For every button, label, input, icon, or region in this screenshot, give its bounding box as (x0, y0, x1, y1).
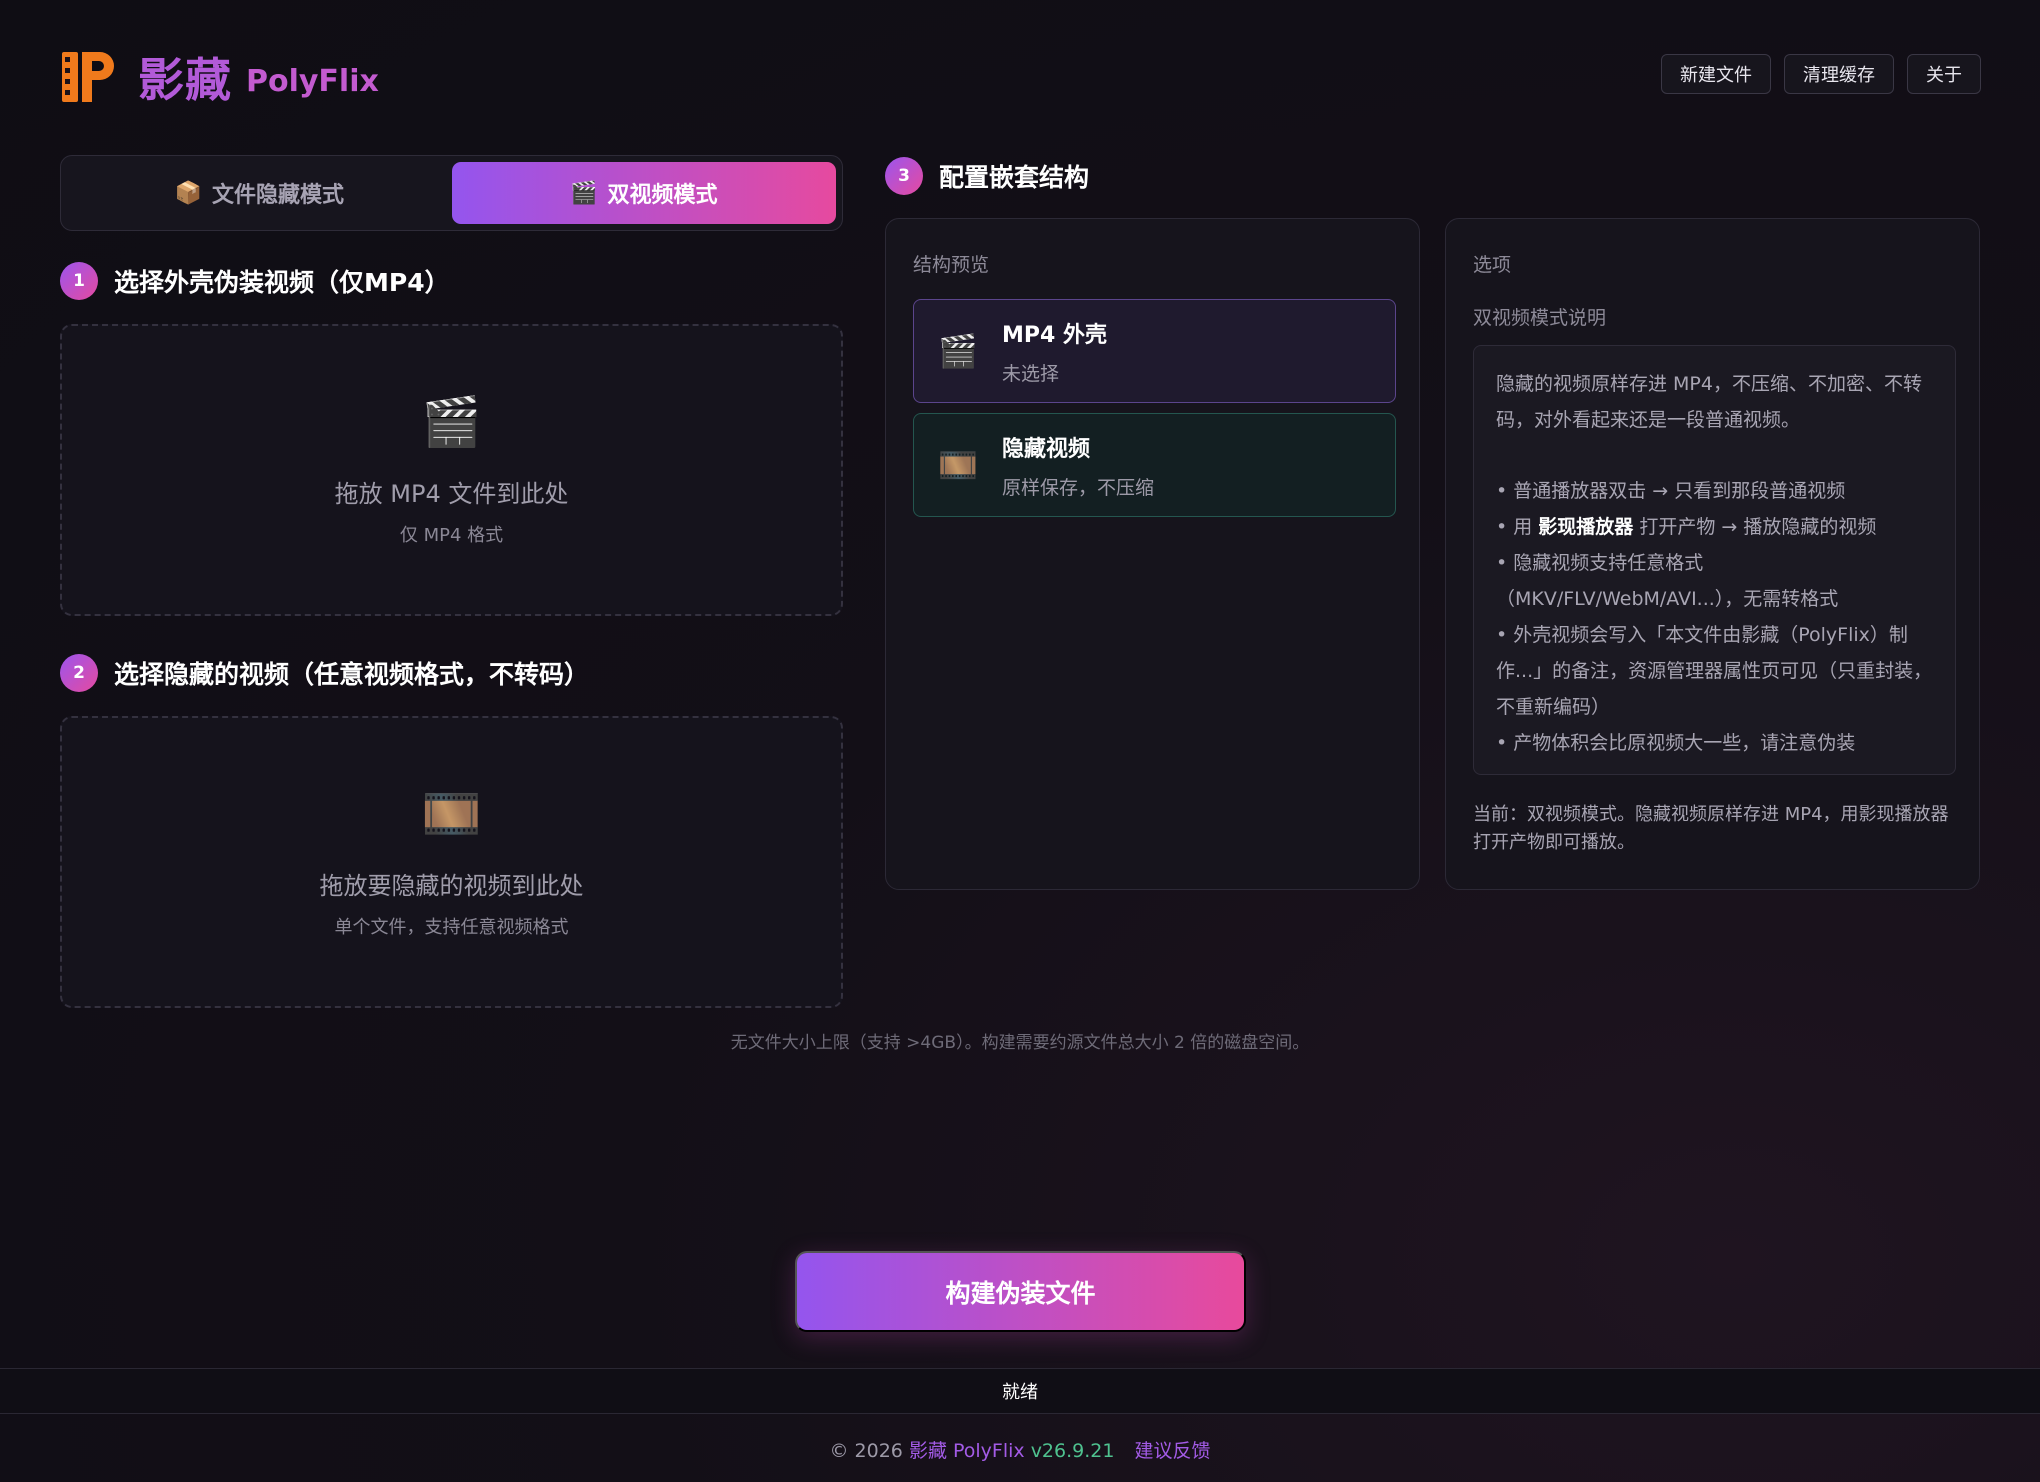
tab-label: 文件隐藏模式 (211, 183, 344, 208)
step-number: 3 (885, 157, 923, 195)
options-label: 选项 (1473, 254, 1512, 276)
mode-description: 隐藏的视频原样存进 MP4，不压缩、不加密、不转码，对外看起来还是一段普通视频。… (1473, 345, 1956, 775)
footer: © 2026 影藏 PolyFlix v26.9.21 建议反馈 (0, 1436, 2040, 1463)
step-2-header: 2 选择隐藏的视频（任意视频格式，不转码） (60, 654, 589, 692)
clapper-icon: 🎬 (938, 332, 978, 370)
step-number: 1 (60, 262, 98, 300)
desc-bullet: • 用 影现播放器 打开产物 → 播放隐藏的视频 (1496, 516, 1877, 538)
drop-title: 拖放 MP4 文件到此处 (334, 480, 569, 508)
player-name: 影现播放器 (1538, 516, 1634, 538)
drop-title: 拖放要隐藏的视频到此处 (319, 872, 584, 900)
step-title: 选择外壳伪装视频（仅MP4） (114, 268, 450, 297)
mode-switch: 📦 文件隐藏模式 🎬 双视频模式 (60, 155, 843, 231)
package-icon: 📦 (174, 180, 202, 206)
clapper-icon: 🎬 (570, 180, 598, 206)
options-panel: 选项 双视频模式说明 隐藏的视频原样存进 MP4，不压缩、不加密、不转码，对外看… (1445, 218, 1980, 890)
step-1-header: 1 选择外壳伪装视频（仅MP4） (60, 262, 450, 300)
film-frames-icon: 🎞️ (421, 786, 482, 842)
new-file-button[interactable]: 新建文件 (1661, 54, 1771, 94)
drop-subtitle: 仅 MP4 格式 (399, 525, 504, 546)
film-strip-p-logo-icon (62, 52, 114, 102)
build-button[interactable]: 构建伪装文件 (795, 1251, 1246, 1332)
about-button[interactable]: 关于 (1907, 54, 1981, 94)
card-subtitle: 未选择 (1002, 362, 1060, 385)
clapper-icon: 🎬 (421, 394, 482, 450)
header-actions: 新建文件 清理缓存 关于 (1661, 54, 1981, 94)
feedback-link[interactable]: 建议反馈 (1135, 1440, 1211, 1462)
desc-bullet: • 普通播放器双击 → 只看到那段普通视频 (1496, 480, 1846, 502)
hidden-video-drop-zone[interactable]: 🎞️ 拖放要隐藏的视频到此处 单个文件，支持任意视频格式 (60, 716, 843, 1008)
tab-file-hide-mode[interactable]: 📦 文件隐藏模式 (67, 162, 452, 224)
clear-cache-button[interactable]: 清理缓存 (1784, 54, 1894, 94)
current-mode-note: 当前：双视频模式。隐藏视频原样存进 MP4，用影现播放器打开产物即可播放。 (1473, 804, 1949, 853)
copyright: © 2026 (829, 1440, 903, 1462)
footer-brand: 影藏 PolyFlix (908, 1440, 1025, 1462)
tab-label: 双视频模式 (607, 183, 718, 208)
status-bar: 就绪 (0, 1368, 2040, 1414)
size-note: 无文件大小上限（支持 >4GB）。构建需要约源文件总大小 2 倍的磁盘空间。 (730, 1033, 1310, 1053)
card-subtitle: 原样保存，不压缩 (1002, 476, 1155, 499)
step-3-header: 3 配置嵌套结构 (885, 157, 1089, 195)
hidden-video-card: 🎞️ 隐藏视频 原样保存，不压缩 (913, 413, 1396, 517)
step-number: 2 (60, 654, 98, 692)
desc-intro: 隐藏的视频原样存进 MP4，不压缩、不加密、不转码，对外看起来还是一段普通视频。 (1496, 373, 1922, 431)
app-name-en: PolyFlix (246, 63, 379, 99)
drop-subtitle: 单个文件，支持任意视频格式 (334, 917, 569, 938)
version: v26.9.21 (1030, 1440, 1115, 1462)
desc-bullet: • 产物体积会比原视频大一些，请注意伪装 (1496, 732, 1856, 754)
desc-bullet: • 外壳视频会写入「本文件由影藏（PolyFlix）制作...」的备注，资源管理… (1496, 624, 1933, 718)
card-title: 隐藏视频 (1002, 436, 1091, 462)
app-name-cn: 影藏 (138, 53, 232, 107)
mp4-drop-zone[interactable]: 🎬 拖放 MP4 文件到此处 仅 MP4 格式 (60, 324, 843, 616)
status-text: 就绪 (1002, 1382, 1038, 1403)
structure-preview-panel: 结构预览 🎬 MP4 外壳 未选择 🎞️ 隐藏视频 原样保存，不压缩 (885, 218, 1420, 890)
app-logo: 影藏 PolyFlix (60, 44, 379, 110)
desc-bullet: • 隐藏视频支持任意格式（MKV/FLV/WebM/AVI...），无需转格式 (1496, 552, 1839, 610)
desc-label: 双视频模式说明 (1473, 307, 1607, 329)
mp4-shell-card: 🎬 MP4 外壳 未选择 (913, 299, 1396, 403)
structure-label: 结构预览 (913, 254, 990, 276)
card-title: MP4 外壳 (1002, 322, 1107, 348)
film-frames-icon: 🎞️ (938, 446, 978, 484)
step-title: 选择隐藏的视频（任意视频格式，不转码） (114, 660, 590, 689)
tab-dual-video-mode[interactable]: 🎬 双视频模式 (451, 162, 836, 224)
step-title: 配置嵌套结构 (939, 163, 1090, 192)
